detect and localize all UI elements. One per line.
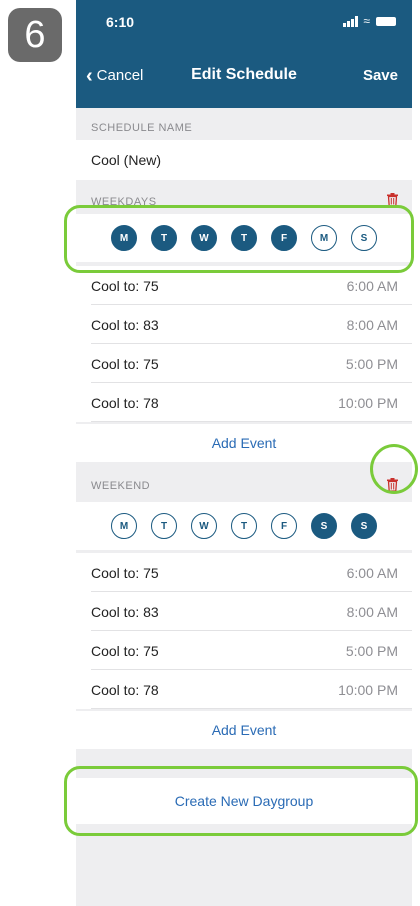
weekdays-delete-icon: [387, 193, 398, 207]
event-time: 10:00 PM: [338, 682, 398, 698]
step-number-badge: 6: [8, 8, 62, 62]
save-button[interactable]: Save: [363, 67, 398, 84]
weekdays-header-label: WEEKDAYS: [91, 196, 157, 208]
event-time: 8:00 AM: [346, 604, 398, 620]
trash-icon[interactable]: [387, 478, 398, 494]
day-toggle-mon[interactable]: M: [111, 225, 137, 251]
weekdays-day-selector: M T W T F M S: [76, 214, 412, 262]
day-toggle-thu[interactable]: T: [231, 225, 257, 251]
day-toggle-tue[interactable]: T: [151, 225, 177, 251]
nav-bar: ‹ Cancel Edit Schedule Save: [76, 46, 412, 108]
day-toggle-sun[interactable]: S: [351, 513, 377, 539]
event-label: Cool to: 75: [91, 278, 159, 294]
event-row[interactable]: Cool to: 75 5:00 PM: [76, 631, 412, 670]
schedule-name-field[interactable]: Cool (New): [76, 140, 412, 180]
battery-icon: [376, 16, 396, 26]
status-bar: 6:10 ≈: [76, 0, 412, 46]
day-toggle-sun[interactable]: S: [351, 225, 377, 251]
weekdays-add-event-button[interactable]: Add Event: [76, 424, 412, 462]
day-toggle-wed[interactable]: W: [191, 225, 217, 251]
weekend-add-event-button[interactable]: Add Event: [76, 711, 412, 749]
day-toggle-sat[interactable]: M: [311, 225, 337, 251]
day-toggle-tue[interactable]: T: [151, 513, 177, 539]
event-label: Cool to: 78: [91, 682, 159, 698]
weekdays-header: WEEKDAYS: [76, 180, 412, 214]
event-label: Cool to: 75: [91, 356, 159, 372]
day-toggle-fri[interactable]: F: [271, 513, 297, 539]
event-time: 10:00 PM: [338, 395, 398, 411]
trash-icon[interactable]: [387, 193, 398, 209]
phone-screen: 6:10 ≈ ‹ Cancel Edit Schedule Save SCHED…: [76, 0, 412, 906]
schedule-name-value: Cool (New): [91, 152, 162, 168]
event-row[interactable]: Cool to: 75 6:00 AM: [76, 266, 412, 305]
event-label: Cool to: 83: [91, 317, 159, 333]
signal-icon: [343, 15, 359, 27]
event-time: 6:00 AM: [346, 565, 398, 581]
event-row[interactable]: Cool to: 78 10:00 PM: [76, 383, 412, 422]
event-label: Cool to: 78: [91, 395, 159, 411]
event-label: Cool to: 75: [91, 643, 159, 659]
status-time: 6:10: [106, 14, 135, 30]
page-title: Edit Schedule: [191, 66, 297, 83]
schedule-name-header: SCHEDULE NAME: [76, 108, 412, 140]
row-separator: [91, 708, 412, 709]
weekend-header-label: WEEKEND: [91, 480, 151, 492]
event-time: 5:00 PM: [345, 643, 398, 659]
event-row[interactable]: Cool to: 83 8:00 AM: [76, 305, 412, 344]
event-time: 6:00 AM: [346, 278, 398, 294]
event-label: Cool to: 75: [91, 565, 159, 581]
weekend-delete-icon: [387, 478, 398, 492]
schedule-name-header-label: SCHEDULE NAME: [91, 122, 193, 134]
status-indicators: ≈: [343, 14, 396, 28]
event-row[interactable]: Cool to: 83 8:00 AM: [76, 592, 412, 631]
day-toggle-fri[interactable]: F: [271, 225, 297, 251]
event-time: 5:00 PM: [345, 356, 398, 372]
event-row[interactable]: Cool to: 75 6:00 AM: [76, 553, 412, 592]
day-toggle-sat[interactable]: S: [311, 513, 337, 539]
event-row[interactable]: Cool to: 75 5:00 PM: [76, 344, 412, 383]
weekend-header: WEEKEND: [76, 462, 412, 506]
event-row[interactable]: Cool to: 78 10:00 PM: [76, 670, 412, 709]
day-toggle-wed[interactable]: W: [191, 513, 217, 539]
day-toggle-mon[interactable]: M: [111, 513, 137, 539]
weekend-day-selector: M T W T F S S: [76, 502, 412, 550]
day-toggle-thu[interactable]: T: [231, 513, 257, 539]
event-time: 8:00 AM: [346, 317, 398, 333]
wifi-icon: ≈: [363, 14, 371, 28]
row-separator: [91, 421, 412, 422]
event-label: Cool to: 83: [91, 604, 159, 620]
create-daygroup-button[interactable]: Create New Daygroup: [76, 778, 412, 824]
